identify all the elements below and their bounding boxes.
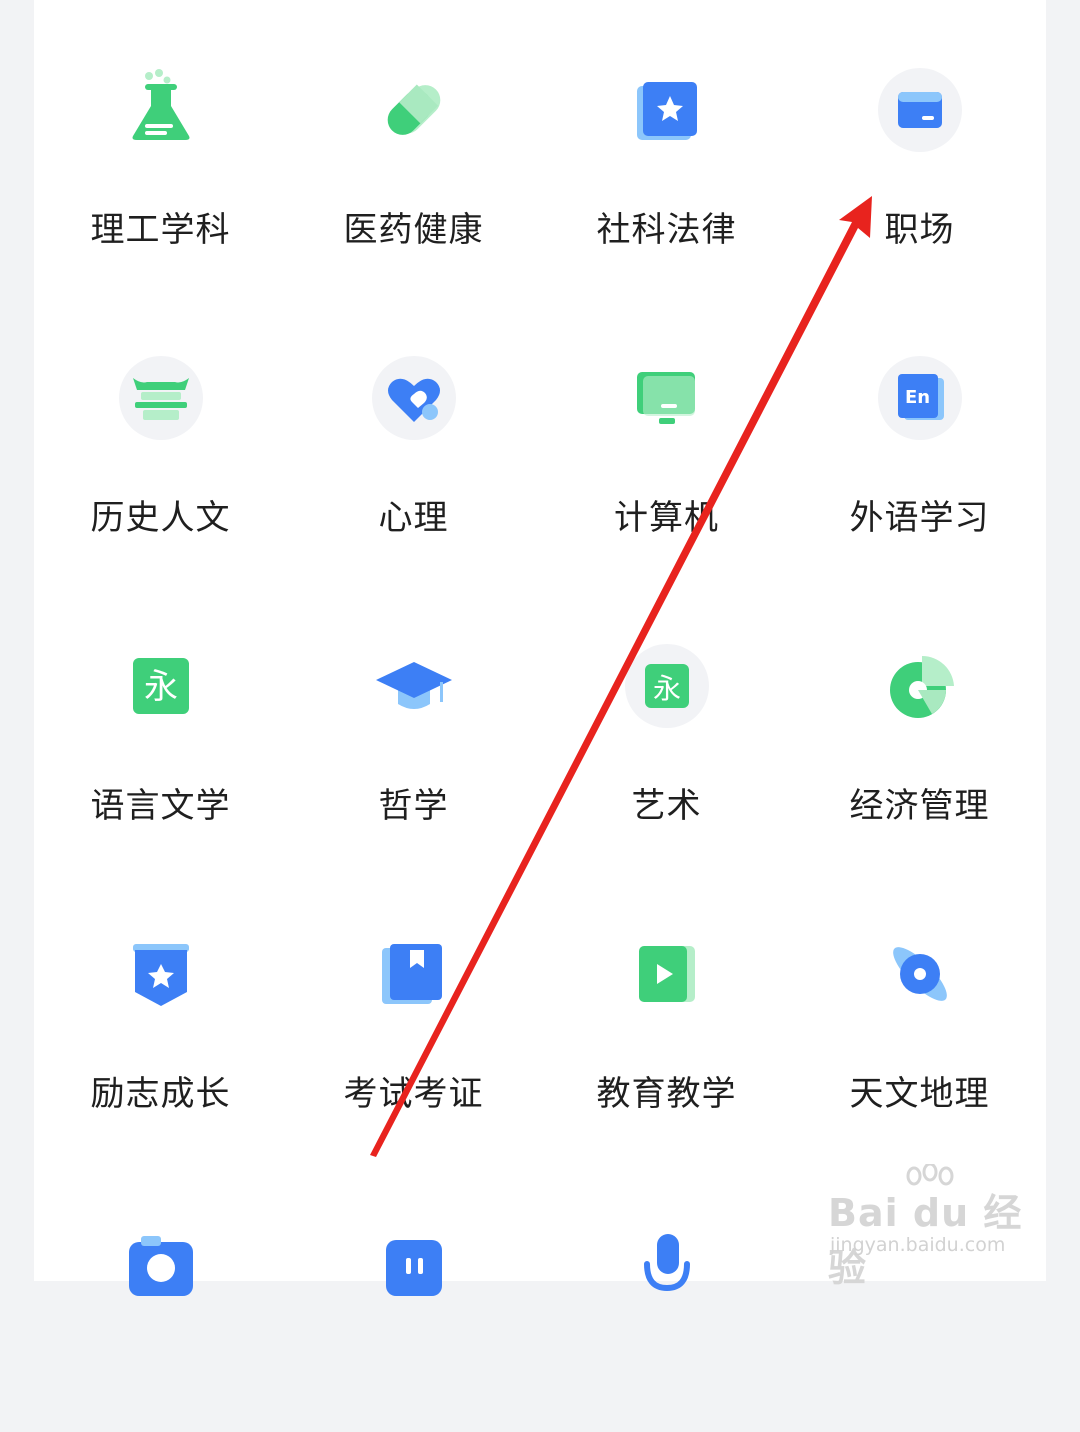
planet-icon (878, 932, 962, 1016)
category-item-science[interactable]: 理工学科 (34, 0, 287, 280)
category-label: 职场 (884, 210, 955, 250)
category-item-medicine[interactable]: 医药健康 (287, 0, 540, 280)
yong-character-icon: 永 (119, 644, 203, 728)
category-item-self-growth[interactable]: 励志成长 (34, 864, 287, 1144)
category-label: 医药健康 (343, 210, 484, 250)
category-label: 理工学科 (90, 210, 231, 250)
category-item-economics[interactable]: 经济管理 (793, 576, 1046, 856)
category-label: 考试考证 (343, 1074, 484, 1114)
category-label: 心理 (378, 498, 449, 538)
category-panel: 理工学科 医药健康 社科法律 职场 历史人文 心理 计算机 En 外语学习 永 … (34, 0, 1046, 1296)
monitor-icon (625, 356, 709, 440)
category-item-foreign-language[interactable]: En 外语学习 (793, 288, 1046, 568)
category-item-education[interactable]: 教育教学 (540, 864, 793, 1144)
category-item-photography[interactable] (34, 1152, 287, 1432)
category-label: 哲学 (378, 786, 449, 826)
svg-text:永: 永 (652, 672, 680, 705)
pie-chart-icon (878, 644, 962, 728)
yong-character-icon: 永 (624, 644, 709, 728)
category-item-history[interactable]: 历史人文 (34, 288, 287, 568)
english-book-icon: En (877, 356, 962, 440)
category-item-literature[interactable]: 永 语言文学 (34, 576, 287, 856)
category-label: 社科法律 (596, 210, 737, 250)
watermark-url: jingyan.baidu.com (830, 1234, 1006, 1256)
bookmark-book-icon (372, 932, 456, 1016)
heart-icon (371, 356, 456, 440)
graduation-cap-icon (372, 644, 456, 728)
category-label: 语言文学 (90, 786, 231, 826)
category-item-travel[interactable] (287, 1152, 540, 1432)
category-label: 天文地理 (849, 1074, 990, 1114)
category-item-audio[interactable] (540, 1152, 793, 1432)
category-item-art[interactable]: 永 艺术 (540, 576, 793, 856)
microphone-icon (625, 1224, 709, 1308)
category-item-social-law[interactable]: 社科法律 (540, 0, 793, 280)
category-grid: 理工学科 医药健康 社科法律 职场 历史人文 心理 计算机 En 外语学习 永 … (34, 0, 1046, 1296)
map-icon (372, 1224, 456, 1308)
category-label: 外语学习 (849, 498, 990, 538)
baidu-jingyan-watermark: Bai du 经验 jingyan.baidu.com (828, 1160, 1028, 1290)
category-item-workplace[interactable]: 职场 (793, 0, 1046, 280)
category-label: 经济管理 (849, 786, 990, 826)
category-item-astronomy-geography[interactable]: 天文地理 (793, 864, 1046, 1144)
pavilion-icon (118, 356, 203, 440)
svg-text:永: 永 (144, 667, 178, 707)
star-card-icon (625, 68, 709, 152)
category-item-computer[interactable]: 计算机 (540, 288, 793, 568)
wallet-card-icon (877, 68, 962, 152)
flask-icon (119, 68, 203, 152)
pill-icon (372, 68, 456, 152)
category-label: 历史人文 (90, 498, 231, 538)
star-badge-icon (119, 932, 203, 1016)
category-label: 教育教学 (596, 1074, 737, 1114)
category-item-exams[interactable]: 考试考证 (287, 864, 540, 1144)
category-label: 励志成长 (90, 1074, 231, 1114)
video-play-icon (625, 932, 709, 1016)
camera-icon (119, 1224, 203, 1308)
category-item-psychology[interactable]: 心理 (287, 288, 540, 568)
category-label: 艺术 (631, 786, 702, 826)
category-item-philosophy[interactable]: 哲学 (287, 576, 540, 856)
svg-text:En: En (905, 387, 930, 408)
category-label: 计算机 (614, 498, 719, 538)
